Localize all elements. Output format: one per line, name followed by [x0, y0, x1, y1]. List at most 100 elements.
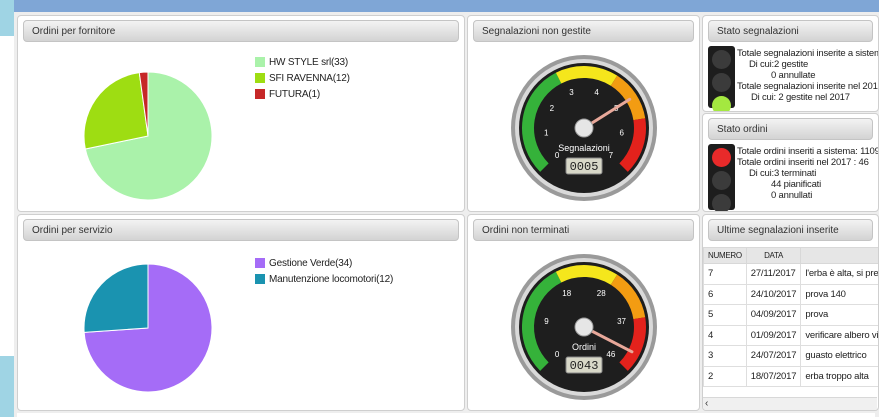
panel-title: Ordini non terminati — [473, 219, 694, 241]
traffic-light — [708, 46, 735, 111]
status-text: Totale ordini inseriti a sistema: 11093 … — [737, 146, 879, 201]
cell-descrizione: verificare albero vicino a — [800, 324, 878, 346]
status-line: 0 annullate — [771, 70, 816, 81]
legend-item-gestione-verde: Gestione Verde(34) — [255, 255, 393, 271]
legend-label: SFI RAVENNA(12) — [269, 72, 350, 84]
legend-item-manutenzione: Manutenzione locomotori(12) — [255, 271, 393, 287]
legend-swatch — [255, 274, 265, 284]
legend-swatch — [255, 73, 265, 83]
horizontal-scrollbar[interactable]: ‹ — [703, 397, 877, 410]
segnalazioni-table: NUMERO DATA D 7 27/11/2017 l'erba è alta… — [703, 247, 878, 387]
traffic-light-top — [712, 148, 731, 167]
traffic-light-bottom — [712, 194, 731, 211]
panel-title: Ordini per servizio — [23, 219, 459, 241]
table-row[interactable]: 2 18/07/2017 erba troppo alta — [703, 365, 878, 387]
pie-slice — [83, 72, 149, 150]
panel-title: Ultime segnalazioni inserite — [708, 219, 873, 241]
table-row[interactable]: 6 24/10/2017 prova 140 — [703, 283, 878, 305]
legend-label: FUTURA(1) — [269, 88, 320, 100]
scroll-left-icon[interactable]: ‹ — [705, 398, 708, 409]
gauge-tick-label: 6 — [620, 128, 625, 137]
gauge-hub — [574, 317, 594, 337]
cell-numero: 6 — [703, 283, 747, 305]
traffic-light-middle — [712, 73, 731, 92]
gauge-tick-label: 4 — [594, 88, 599, 97]
table-row[interactable]: 5 04/09/2017 prova — [703, 304, 878, 326]
table-header-row: NUMERO DATA D — [703, 247, 878, 264]
panel-ultime-segnalazioni: Ultime segnalazioni inserite NUMERO DATA… — [702, 214, 879, 411]
panel-stato-segnalazioni: Stato segnalazioni Totale segnalazioni i… — [702, 15, 879, 112]
bottom-strip — [17, 413, 875, 417]
gauge-tick-label: 9 — [544, 317, 549, 326]
pie-chart-servizio — [83, 263, 213, 393]
status-line: Di cui:3 terminati — [749, 168, 817, 179]
left-side-panel — [0, 36, 14, 356]
cell-descrizione: l'erba è alta, si prega di p — [800, 263, 878, 285]
status-line: Totale segnalazioni inserite nel 2017 : … — [737, 81, 878, 92]
traffic-light-top — [712, 50, 731, 69]
gauge-tick-label: 37 — [617, 317, 626, 326]
panel-ordini-servizio: Ordini per servizio Gestione Verde(34) M… — [17, 214, 465, 411]
gauge-tick-label: 18 — [562, 289, 571, 298]
panel-title: Segnalazioni non gestite — [473, 20, 694, 42]
traffic-light-bottom — [712, 96, 731, 111]
legend-label: Manutenzione locomotori(12) — [269, 273, 394, 285]
gauge-label: Ordini — [572, 342, 596, 352]
cell-data: 24/07/2017 — [745, 345, 802, 367]
legend-fornitore: HW STYLE srl(33) SFI RAVENNA(12) FUTURA(… — [255, 54, 350, 102]
top-bar — [14, 0, 879, 12]
status-text: Totale segnalazioni inserite a sistema: … — [737, 48, 878, 103]
cell-descrizione: prova — [800, 304, 878, 326]
cell-data: 27/11/2017 — [745, 263, 802, 285]
gauge-ordini: 0 9 18 28 37 46 Ordini 0043 — [511, 254, 657, 400]
column-header-data[interactable]: DATA — [745, 247, 802, 264]
gauge-tick-label: 28 — [597, 289, 606, 298]
gauge-readout: 0005 — [570, 160, 599, 174]
cell-data: 04/09/2017 — [745, 304, 802, 326]
pie-chart-fornitore — [83, 71, 213, 201]
cell-data: 24/10/2017 — [745, 283, 802, 305]
panel-title: Stato segnalazioni — [708, 20, 873, 42]
table-row[interactable]: 4 01/09/2017 verificare albero vicino a — [703, 324, 878, 346]
status-line: Di cui: 2 gestite nel 2017 — [751, 92, 850, 103]
pie-slice — [83, 263, 149, 333]
panel-title: Stato ordini — [708, 118, 873, 140]
gauge-tick-label: 46 — [606, 350, 615, 359]
gauge-label: Segnalazioni — [558, 143, 610, 153]
gauge-tick-label: 1 — [544, 128, 549, 137]
panel-segnalazioni-gauge: Segnalazioni non gestite 01234567Segnala… — [467, 15, 700, 212]
status-line: Totale ordini inseriti a sistema: 11093 — [737, 146, 879, 157]
gauge-segnalazioni: 01234567Segnalazioni0005 — [511, 55, 657, 201]
gauge-readout: 0043 — [570, 359, 599, 373]
gauge-tick-label: 2 — [550, 104, 555, 113]
gauge-tick-label: 0 — [555, 350, 560, 359]
status-line: 0 annullati — [771, 190, 813, 201]
legend-item-futura: FUTURA(1) — [255, 86, 350, 102]
table-row[interactable]: 3 24/07/2017 guasto elettrico — [703, 345, 878, 367]
cell-numero: 5 — [703, 304, 747, 326]
gauge-tick-label: 3 — [569, 88, 574, 97]
cell-descrizione: erba troppo alta — [800, 365, 878, 387]
column-header-descrizione[interactable]: D — [800, 247, 878, 264]
cell-numero: 2 — [703, 365, 747, 387]
status-line: Totale ordini inseriti nel 2017 : 46 — [737, 157, 869, 168]
legend-swatch — [255, 57, 265, 67]
legend-swatch — [255, 258, 265, 268]
panel-title: Ordini per fornitore — [23, 20, 459, 42]
cell-numero: 4 — [703, 324, 747, 346]
legend-servizio: Gestione Verde(34) Manutenzione locomoto… — [255, 255, 393, 287]
status-line: Di cui:2 gestite — [749, 59, 809, 70]
legend-item-hw-style: HW STYLE srl(33) — [255, 54, 350, 70]
panel-ordini-gauge: Ordini non terminati 0 9 18 28 37 46 Ordini 004… — [467, 214, 700, 411]
cell-numero: 7 — [703, 263, 747, 285]
cell-numero: 3 — [703, 345, 747, 367]
table-row[interactable]: 7 27/11/2017 l'erba è alta, si prega di … — [703, 263, 878, 285]
traffic-light-middle — [712, 171, 731, 190]
panel-stato-ordini: Stato ordini Totale ordini inseriti a si… — [702, 113, 879, 212]
legend-item-sfi-ravenna: SFI RAVENNA(12) — [255, 70, 350, 86]
cell-data: 01/09/2017 — [745, 324, 802, 346]
traffic-light — [708, 144, 735, 211]
column-header-numero[interactable]: NUMERO — [703, 247, 747, 264]
status-line: 44 pianificati — [771, 179, 822, 190]
legend-label: HW STYLE srl(33) — [269, 56, 349, 68]
